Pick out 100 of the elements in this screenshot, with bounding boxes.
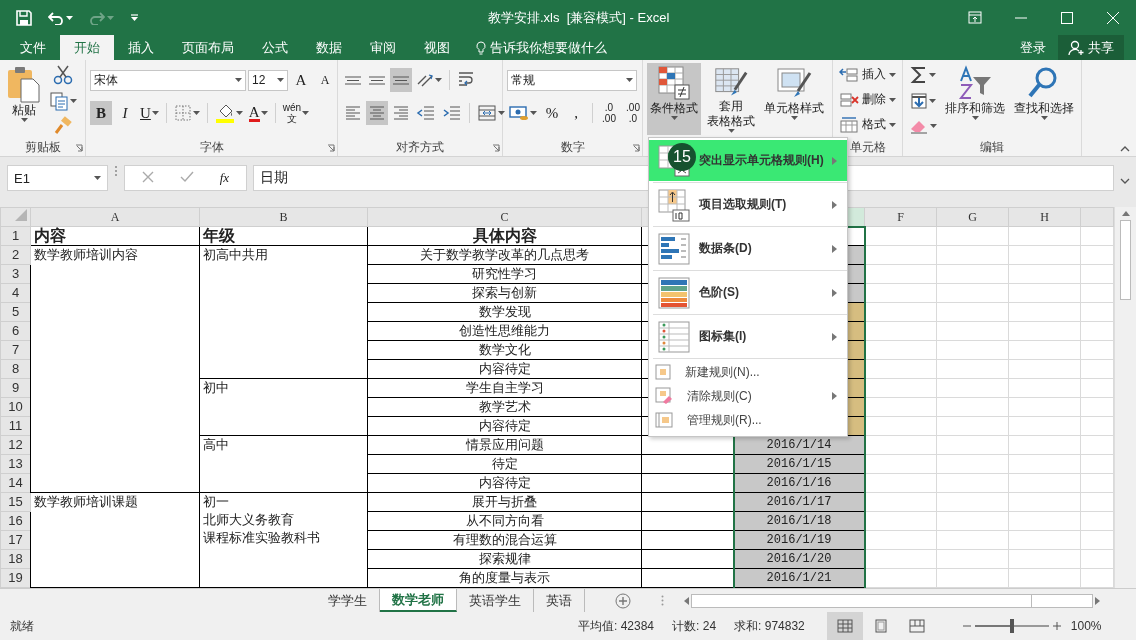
ribbon-tab[interactable]: 公式 — [248, 35, 302, 60]
dialog-launcher-icon[interactable] — [75, 144, 83, 152]
shrink-button[interactable]: A — [314, 68, 336, 92]
table-cell: 初一 北师大义务教育 课程标准实验教科书 — [199, 492, 368, 588]
ribbon-tab[interactable]: 插入 — [114, 35, 168, 60]
tablefmt-button[interactable]: 套用 表格格式 — [704, 63, 758, 135]
sort-filter-icon — [957, 65, 993, 101]
find-button[interactable]: 查找和选择 — [1011, 63, 1077, 135]
column-header[interactable]: F — [864, 207, 937, 227]
menu-item[interactable]: 清除规则(C) — [649, 384, 847, 408]
grip-icon — [661, 595, 664, 606]
comma-button[interactable]: , — [565, 101, 587, 125]
table-cell: 角的度量与表示 — [367, 568, 642, 588]
column-header[interactable]: H — [1008, 207, 1081, 227]
check-icon — [179, 170, 194, 183]
insert-button[interactable]: 插入 — [837, 63, 898, 86]
paste-button[interactable]: 粘贴 — [4, 63, 44, 135]
dialog-launcher-icon[interactable] — [632, 144, 640, 152]
insert-function-button[interactable]: fx — [219, 170, 230, 186]
caret-icon — [235, 78, 242, 82]
column-header[interactable]: B — [199, 207, 368, 227]
sum-text: 求和: 974832 — [734, 617, 805, 635]
lightbulb-icon — [476, 40, 486, 55]
share-button[interactable]: 共享 — [1058, 35, 1124, 60]
insert-cells-icon — [839, 66, 859, 83]
align-center-icon — [368, 105, 386, 121]
menu-item[interactable]: 图标集(I) — [649, 316, 847, 357]
name-box[interactable]: E1 — [7, 165, 108, 191]
bold-button[interactable]: B — [90, 101, 112, 125]
dialog-launcher-icon[interactable] — [327, 144, 335, 152]
sigma-icon — [910, 65, 928, 84]
table-cell: 内容 — [30, 226, 200, 246]
scroll-up-icon[interactable] — [1121, 211, 1130, 216]
delete-button[interactable]: 删除 — [837, 88, 898, 111]
menu-item[interactable]: 管理规则(R)... — [649, 408, 847, 432]
number-format-dropdown[interactable]: 常规 — [507, 69, 637, 91]
font-name-dropdown[interactable]: 宋体 — [90, 69, 246, 91]
sort-button[interactable]: 排序和筛选 — [942, 63, 1008, 135]
caret-icon — [1120, 178, 1130, 184]
minimize-icon — [1015, 16, 1027, 19]
count-text: 计数: 24 — [672, 617, 717, 635]
vertical-scrollbar[interactable] — [1114, 207, 1136, 588]
table-cell: 情景应用问题 — [367, 435, 642, 455]
close-icon — [1107, 11, 1119, 24]
menu-item[interactable]: 色阶(S) — [649, 272, 847, 313]
sign-in-link[interactable]: 登录 — [1008, 35, 1058, 60]
scroll-right-icon[interactable] — [1095, 596, 1100, 605]
slider-thumb[interactable] — [1009, 619, 1014, 633]
ribbon-tab[interactable]: 开始 — [60, 35, 114, 60]
cellstyle-button[interactable]: 单元格样式 — [761, 63, 827, 135]
percent-button[interactable]: % — [541, 101, 563, 125]
group-label: 剪贴板 — [24, 138, 61, 156]
decdec-button[interactable]: .00 .0 — [622, 101, 644, 125]
phonetic-button[interactable]: wén 文 — [280, 101, 312, 125]
increase-indent-icon — [442, 105, 462, 121]
dialog-launcher-icon[interactable] — [492, 144, 500, 152]
customize-icon — [130, 13, 139, 22]
italic-button[interactable]: I — [114, 101, 136, 125]
font-size-dropdown[interactable]: 12 — [248, 69, 288, 91]
bottom-button[interactable] — [390, 68, 412, 92]
ribbon-tab[interactable]: 文件 — [6, 35, 60, 60]
tell-me-field[interactable]: 告诉我你想要做什么 — [490, 38, 607, 57]
ribbon-tab[interactable]: 页面布局 — [168, 35, 248, 60]
sheet-tab[interactable]: 数学老师 — [380, 589, 457, 612]
grow-button[interactable]: A — [290, 68, 312, 92]
zoom-level-text: 100% — [1070, 619, 1102, 633]
page-view-icon — [872, 619, 889, 633]
menu-item[interactable]: 新建规则(N)... — [649, 360, 847, 384]
cellfmt-button[interactable]: 格式 — [837, 113, 898, 136]
scroll-thumb[interactable] — [1120, 220, 1131, 300]
border-icon — [173, 104, 192, 122]
zoom-in-icon[interactable] — [1052, 622, 1061, 630]
menu-item[interactable]: 项目选取规则(T) — [649, 184, 847, 225]
scroll-left-icon[interactable] — [684, 596, 689, 605]
top-rules-icon — [657, 187, 691, 222]
format-cells-icon — [839, 116, 859, 133]
plus-icon — [615, 592, 631, 609]
table-cell: 数学发现 — [367, 302, 642, 322]
collapse-icon[interactable] — [1120, 146, 1130, 152]
group-label: 数字 — [560, 138, 585, 156]
paste-icon — [7, 65, 41, 103]
ribbon-tab[interactable]: 审阅 — [356, 35, 410, 60]
ribbon-tab[interactable]: 视图 — [410, 35, 464, 60]
status-text: 就绪 — [10, 617, 35, 635]
color-button[interactable]: A — [246, 101, 270, 125]
view-button[interactable] — [826, 612, 863, 640]
group-label: 单元格 — [849, 138, 886, 156]
incdec-button[interactable]: .0 .00 — [598, 101, 620, 125]
group-label: 字体 — [199, 138, 224, 156]
menu-item[interactable]: 数据条(D) — [649, 228, 847, 269]
eraser-icon — [655, 387, 673, 405]
column-header[interactable]: C — [367, 207, 642, 227]
underline-button[interactable]: U — [138, 101, 161, 125]
table-cell: 数学文化 — [367, 340, 642, 360]
text-angle-icon — [416, 72, 434, 88]
column-header[interactable]: A — [30, 207, 200, 227]
ribbon-tab[interactable]: 数据 — [302, 35, 356, 60]
column-header[interactable]: G — [936, 207, 1009, 227]
condfmt-button[interactable]: 条件格式 — [647, 63, 701, 135]
merge-cells-icon — [477, 104, 497, 122]
